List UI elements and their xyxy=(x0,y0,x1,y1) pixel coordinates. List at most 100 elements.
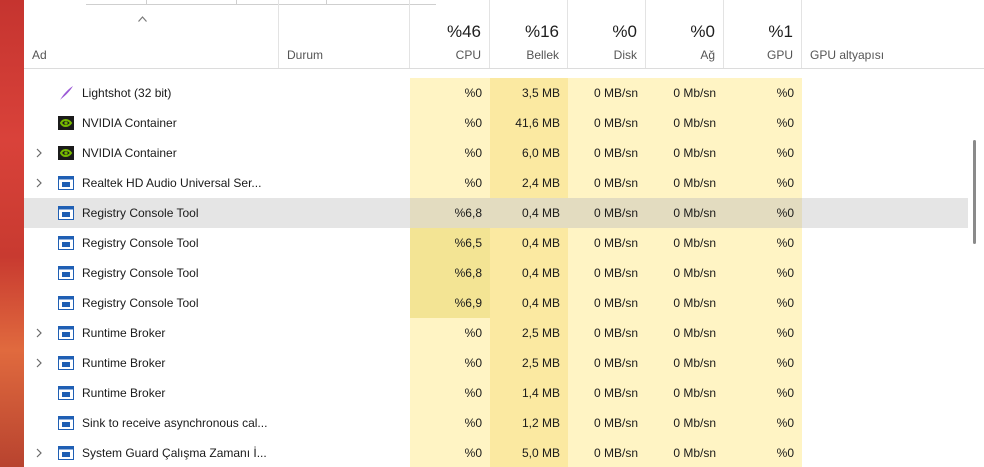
process-memory: 2,5 MB xyxy=(490,348,568,378)
column-header-gpu-engine[interactable]: GPU altyapısı xyxy=(802,0,984,68)
service-window-icon xyxy=(58,205,74,221)
column-header-memory-label: Bellek xyxy=(526,48,559,62)
process-row[interactable]: Runtime Broker %0 1,4 MB 0 MB/sn 0 Mb/sn %0 xyxy=(24,378,968,408)
process-memory: 0,4 MB xyxy=(490,198,568,228)
disk-total-percent: %0 xyxy=(612,22,637,41)
column-header-gpu[interactable]: %1 GPU xyxy=(724,0,802,68)
process-network: 0 Mb/sn xyxy=(646,348,724,378)
process-row[interactable]: Runtime Broker %0 2,5 MB 0 MB/sn 0 Mb/sn %0 xyxy=(24,348,968,378)
process-memory: 3,5 MB xyxy=(490,78,568,108)
column-header-cpu[interactable]: %46 CPU xyxy=(410,0,490,68)
vertical-scrollbar-thumb[interactable] xyxy=(973,140,976,244)
process-cpu: %6,9 xyxy=(410,288,490,318)
process-disk: 0 MB/sn xyxy=(568,138,646,168)
service-window-icon xyxy=(58,235,74,251)
process-name: Registry Console Tool xyxy=(82,296,199,310)
expand-chevron-icon[interactable] xyxy=(34,147,44,159)
process-gpu: %0 xyxy=(724,168,802,198)
expand-chevron-icon[interactable] xyxy=(34,327,44,339)
process-name: Realtek HD Audio Universal Ser... xyxy=(82,176,262,190)
column-header-network[interactable]: %0 Ağ xyxy=(646,0,724,68)
process-cpu: %6,8 xyxy=(410,198,490,228)
service-window-icon xyxy=(58,445,74,461)
service-window-icon xyxy=(58,265,74,281)
column-header-disk[interactable]: %0 Disk xyxy=(568,0,646,68)
process-memory: 6,0 MB xyxy=(490,138,568,168)
process-row[interactable]: Realtek HD Audio Universal Ser... %0 2,4 M… xyxy=(24,168,968,198)
process-cpu: %0 xyxy=(410,138,490,168)
cpu-total-percent: %46 xyxy=(446,22,481,41)
memory-total-percent: %16 xyxy=(524,22,559,41)
column-header-memory[interactable]: %16 Bellek xyxy=(490,0,568,68)
process-gpu: %0 xyxy=(724,408,802,438)
service-window-icon xyxy=(58,175,74,191)
process-disk: 0 MB/sn xyxy=(568,318,646,348)
process-disk: 0 MB/sn xyxy=(568,348,646,378)
column-header-gpu-engine-label: GPU altyapısı xyxy=(810,48,885,62)
column-header-cpu-label: CPU xyxy=(455,48,481,62)
expand-chevron-icon[interactable] xyxy=(34,177,44,189)
process-gpu: %0 xyxy=(724,288,802,318)
process-cpu: %6,8 xyxy=(410,258,490,288)
process-name: Runtime Broker xyxy=(82,326,166,340)
process-row[interactable]: Sink to receive asynchronous cal... %0 1,2… xyxy=(24,408,968,438)
process-list: Lightshot (32 bit) %0 3,5 MB 0 MB/sn 0 Mb/sn… xyxy=(24,78,968,467)
process-row[interactable]: NVIDIA Container %0 41,6 MB 0 MB/sn 0 Mb/sn%… xyxy=(24,108,968,138)
lightshot-feather-icon xyxy=(58,85,74,101)
column-header-gpu-label: GPU xyxy=(766,48,793,62)
column-header-disk-label: Disk xyxy=(613,48,637,62)
column-header-name[interactable]: Ad xyxy=(24,0,279,68)
process-network: 0 Mb/sn xyxy=(646,228,724,258)
sort-ascending-icon xyxy=(138,16,147,22)
service-window-icon xyxy=(58,355,74,371)
process-memory: 2,5 MB xyxy=(490,318,568,348)
process-network: 0 Mb/sn xyxy=(646,378,724,408)
process-network: 0 Mb/sn xyxy=(646,78,724,108)
expand-chevron-icon[interactable] xyxy=(34,357,44,369)
process-row[interactable]: Runtime Broker %0 2,5 MB 0 MB/sn 0 Mb/sn %0 xyxy=(24,318,968,348)
process-network: 0 Mb/sn xyxy=(646,258,724,288)
task-manager-processes-view: Ad Durum %46 CPU %16 Bellek %0 Disk %0 A… xyxy=(24,0,984,467)
process-cpu: %0 xyxy=(410,408,490,438)
process-disk: 0 MB/sn xyxy=(568,438,646,467)
process-disk: 0 MB/sn xyxy=(568,168,646,198)
process-gpu: %0 xyxy=(724,228,802,258)
process-row[interactable]: Registry Console Tool %6,8 0,4 MB 0 MB/sn 0 … xyxy=(24,198,968,228)
process-memory: 2,4 MB xyxy=(490,168,568,198)
process-name: NVIDIA Container xyxy=(82,146,177,160)
process-memory: 5,0 MB xyxy=(490,438,568,467)
process-network: 0 Mb/sn xyxy=(646,438,724,467)
process-network: 0 Mb/sn xyxy=(646,168,724,198)
process-memory: 1,2 MB xyxy=(490,408,568,438)
gpu-total-percent: %1 xyxy=(768,22,793,41)
expand-chevron-icon[interactable] xyxy=(34,447,44,459)
column-header-status[interactable]: Durum xyxy=(279,0,410,68)
network-total-percent: %0 xyxy=(690,22,715,41)
process-row[interactable]: Registry Console Tool %6,5 0,4 MB 0 MB/sn 0 … xyxy=(24,228,968,258)
process-memory: 41,6 MB xyxy=(490,108,568,138)
service-window-icon xyxy=(58,295,74,311)
process-row[interactable]: Registry Console Tool %6,8 0,4 MB 0 MB/sn 0 … xyxy=(24,258,968,288)
process-memory: 0,4 MB xyxy=(490,228,568,258)
process-cpu: %0 xyxy=(410,348,490,378)
process-cpu: %0 xyxy=(410,378,490,408)
process-row[interactable]: NVIDIA Container %0 6,0 MB 0 MB/sn 0 Mb/sn %0 xyxy=(24,138,968,168)
process-gpu: %0 xyxy=(724,138,802,168)
process-name: Registry Console Tool xyxy=(82,236,199,250)
process-disk: 0 MB/sn xyxy=(568,288,646,318)
process-name: NVIDIA Container xyxy=(82,116,177,130)
process-gpu: %0 xyxy=(724,318,802,348)
process-row[interactable]: Registry Console Tool %6,9 0,4 MB 0 MB/sn 0 … xyxy=(24,288,968,318)
service-window-icon xyxy=(58,385,74,401)
process-network: 0 Mb/sn xyxy=(646,198,724,228)
process-disk: 0 MB/sn xyxy=(568,78,646,108)
process-gpu: %0 xyxy=(724,348,802,378)
process-row[interactable]: System Guard Çalışma Zamanı İ... %0 5,0 MB… xyxy=(24,438,968,467)
column-header-network-label: Ağ xyxy=(700,48,715,62)
process-gpu: %0 xyxy=(724,438,802,467)
process-name: Runtime Broker xyxy=(82,386,166,400)
column-header-name-label: Ad xyxy=(32,48,47,62)
process-cpu: %0 xyxy=(410,78,490,108)
process-name: Lightshot (32 bit) xyxy=(82,86,172,100)
process-row[interactable]: Lightshot (32 bit) %0 3,5 MB 0 MB/sn 0 Mb/sn… xyxy=(24,78,968,108)
